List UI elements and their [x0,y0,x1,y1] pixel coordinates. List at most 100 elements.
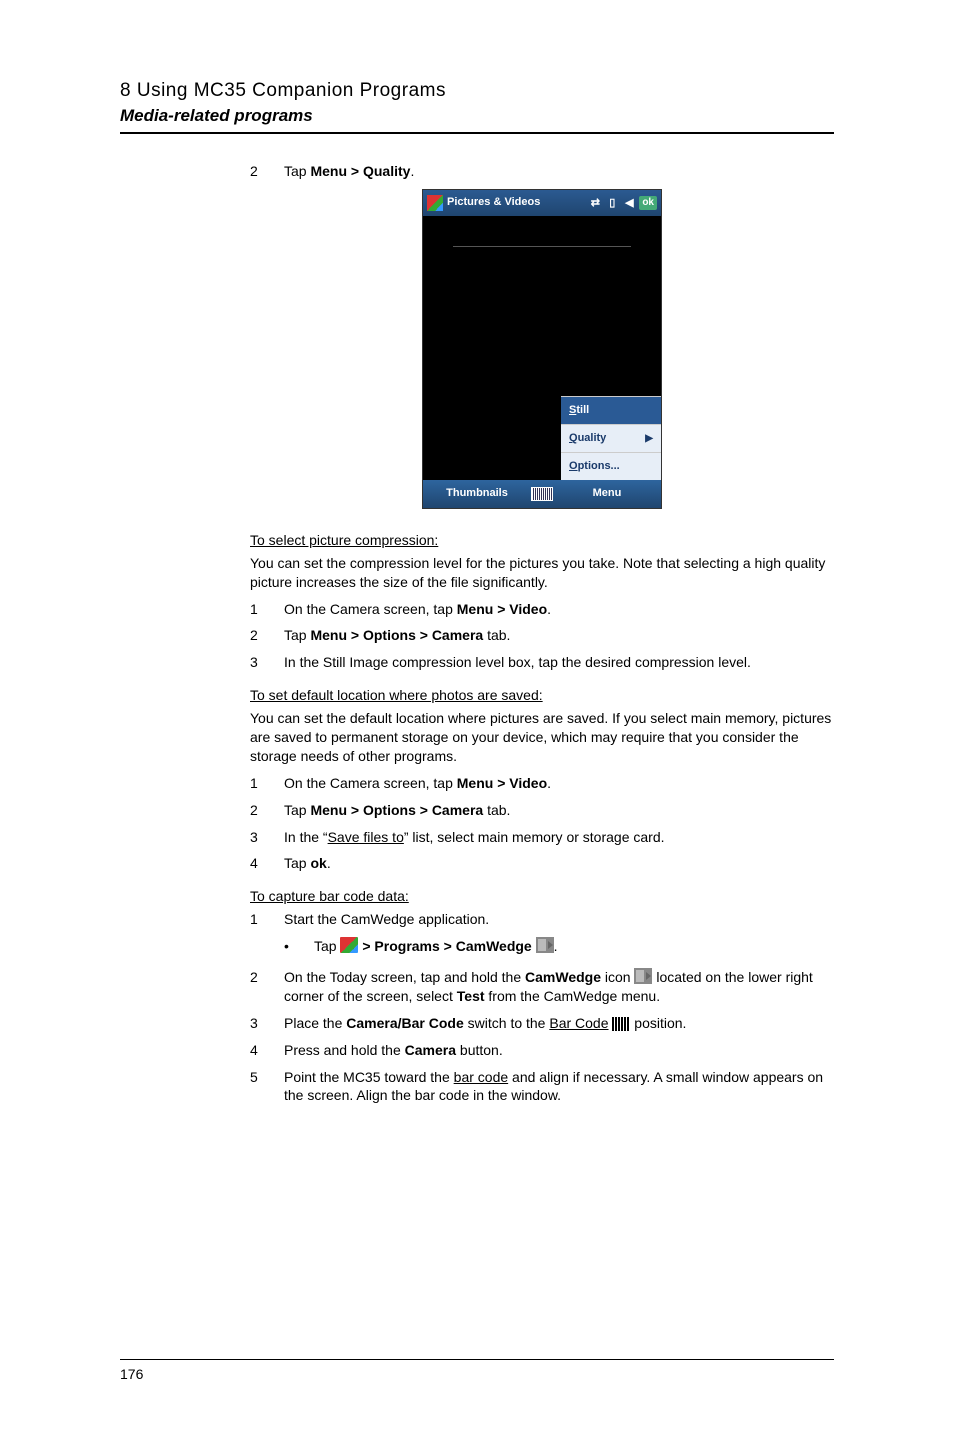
text: Tap [314,938,340,954]
bold-text: Menu > Video [457,775,547,791]
text: tab. [483,627,510,643]
menu-label: S [569,404,576,416]
step-number: 2 [250,162,284,181]
text: button. [456,1042,503,1058]
volume-icon: ◀ [622,196,636,210]
bold-text: Menu > Video [457,601,547,617]
step-text: Point the MC35 toward the bar code and a… [284,1068,834,1106]
thumbnails-button[interactable]: Thumbnails [423,486,531,501]
windows-flag-icon [427,195,443,211]
camwedge-icon [634,968,652,984]
step-text: Press and hold the Camera button. [284,1041,834,1060]
step-text: On the Camera screen, tap Menu > Video. [284,774,834,793]
step-text: Tap Menu > Options > Camera tab. [284,801,834,820]
menu-item-quality[interactable]: Quality ▶ [561,424,661,452]
menu-label: Q [569,432,578,444]
text: Tap [284,163,310,179]
camwedge-icon [536,937,554,953]
paragraph: You can set the compression level for th… [250,554,834,592]
step-number: 5 [250,1068,284,1106]
bold-text: > Programs > CamWedge [358,938,535,954]
step-row: 1 On the Camera screen, tap Menu > Video… [250,774,834,793]
underline-text: Save files to [328,829,404,845]
submenu-arrow-icon: ▶ [645,432,653,446]
text: On the Today screen, tap and hold the [284,969,525,985]
page-number: 176 [120,1359,834,1382]
connectivity-icon: ⇄ [588,196,602,210]
step-number: 3 [250,828,284,847]
text: . [547,775,551,791]
camera-viewport: Still Quality ▶ Options... [423,216,661,480]
bold-text: Menu > Quality [310,163,410,179]
text: On the Camera screen, tap [284,601,457,617]
step-row: 5 Point the MC35 toward the bar code and… [250,1068,834,1106]
step-text: Start the CamWedge application. [284,910,834,929]
text: ” list, select main memory or storage ca… [404,829,665,845]
step-number: 3 [250,653,284,672]
text: Tap [284,802,310,818]
text: On the Camera screen, tap [284,775,457,791]
bold-text: Camera [405,1042,456,1058]
step-number: 2 [250,801,284,820]
text: tab. [483,802,510,818]
bold-text: Test [457,988,485,1004]
menu-item-still[interactable]: Still [561,396,661,424]
menu-item-options[interactable]: Options... [561,452,661,480]
step-text: Place the Camera/Bar Code switch to the … [284,1014,834,1033]
keyboard-icon[interactable] [531,487,553,501]
bottom-bar: Thumbnails Menu [423,480,661,508]
step-row: 4 Press and hold the Camera button. [250,1041,834,1060]
paragraph: You can set the default location where p… [250,709,834,766]
step-row: 3 In the Still Image compression level b… [250,653,834,672]
step-number: 4 [250,854,284,873]
underline-text: bar code [454,1069,508,1085]
placeholder-line [453,246,631,247]
step-text: In the “Save files to” list, select main… [284,828,834,847]
ok-button[interactable]: ok [639,196,657,210]
step-row: 2 Tap Menu > Quality. [250,162,834,181]
step-row: 1 On the Camera screen, tap Menu > Video… [250,600,834,619]
step-number: 2 [250,968,284,1006]
section-title: Media-related programs [120,106,834,126]
section-heading: To select picture compression: [250,531,834,550]
text: . [554,938,558,954]
step-text: Tap ok. [284,854,834,873]
titlebar: Pictures & Videos ⇄ ▯ ◀ ok [423,190,661,216]
context-menu: Still Quality ▶ Options... [561,396,661,480]
text: . [547,601,551,617]
step-row: 3 Place the Camera/Bar Code switch to th… [250,1014,834,1033]
text: Point the MC35 toward the [284,1069,454,1085]
step-text: In the Still Image compression level box… [284,653,834,672]
text: Tap [284,627,310,643]
bullet-marker: • [284,937,314,956]
text: position. [630,1015,686,1031]
section-heading: To capture bar code data: [250,887,834,906]
menu-button[interactable]: Menu [553,486,661,501]
bold-text: Menu > Options > Camera [310,627,483,643]
bold-text: Camera/Bar Code [346,1015,464,1031]
bold-text: ok [310,855,326,871]
step-text: On the Camera screen, tap Menu > Video. [284,600,834,619]
text: . [327,855,331,871]
bold-text: CamWedge [525,969,601,985]
barcode-icon [612,1017,630,1031]
menu-label: O [569,460,578,472]
app-title: Pictures & Videos [447,195,588,210]
step-number: 3 [250,1014,284,1033]
signal-icon: ▯ [605,196,619,210]
step-number: 1 [250,774,284,793]
underline-text: Bar Code [549,1015,608,1031]
step-text: On the Today screen, tap and hold the Ca… [284,968,834,1006]
text: . [410,163,414,179]
text: Tap [284,855,310,871]
step-text: Tap Menu > Options > Camera tab. [284,626,834,645]
step-number: 1 [250,910,284,929]
bold-text: Menu > Options > Camera [310,802,483,818]
bullet-text: Tap > Programs > CamWedge . [314,937,834,956]
step-number: 2 [250,626,284,645]
step-number: 4 [250,1041,284,1060]
text: icon [601,969,634,985]
text: Place the [284,1015,346,1031]
chapter-title: 8 Using MC35 Companion Programs [120,80,834,102]
text: switch to the [464,1015,550,1031]
